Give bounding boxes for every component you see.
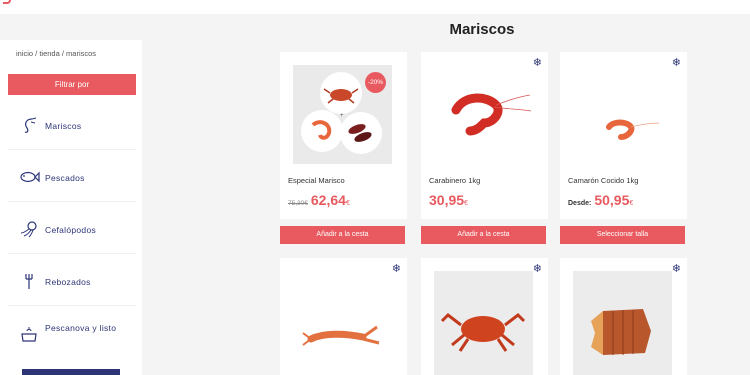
frozen-icon: ❄ <box>671 57 681 69</box>
sidebar-item-cefalopodos[interactable]: Cefalópodos <box>8 206 136 254</box>
product-card[interactable]: ❄ Carabinero 1kg 30,95€ <box>421 52 548 219</box>
langostino-image <box>302 325 380 346</box>
frozen-icon: ❄ <box>532 263 542 275</box>
frozen-icon: ❄ <box>391 263 401 275</box>
product-name[interactable]: Carabinero 1kg <box>429 176 480 185</box>
logo[interactable] <box>3 0 11 4</box>
product-image[interactable] <box>293 271 392 375</box>
sidebar-item-label: Pescados <box>45 173 85 183</box>
product-image[interactable] <box>573 271 672 375</box>
price-row: 30,95€ <box>429 192 468 210</box>
price-row: Desde: 50,95€ <box>568 192 633 210</box>
product-image[interactable] <box>434 65 533 164</box>
price: 62,64 <box>310 192 346 208</box>
product-card[interactable]: ❄ <box>560 258 687 375</box>
pot-icon <box>21 327 37 342</box>
frozen-icon: ❄ <box>532 57 542 69</box>
octopus-icon <box>20 221 37 238</box>
select-size-button[interactable]: Seleccionar talla <box>560 226 685 244</box>
shrimp-icon <box>24 117 37 133</box>
fish-icon <box>20 171 40 183</box>
top-bar <box>0 0 750 14</box>
sidebar-item-rebozados[interactable]: Rebozados <box>8 258 136 306</box>
product-image[interactable] <box>434 271 533 375</box>
sidebar-item-label: Rebozados <box>45 277 91 287</box>
sidebar-item-pescados[interactable]: Pescados <box>8 154 136 202</box>
page-title: Mariscos <box>449 21 515 38</box>
cooked-shrimp-image <box>606 119 660 140</box>
sidebar-item-label: Cefalópodos <box>45 225 97 235</box>
sidebar-item-mariscos[interactable]: Mariscos <box>8 102 136 150</box>
price: 50,95 <box>594 192 630 208</box>
filter-button[interactable]: Filtrar por <box>8 74 136 95</box>
sidebar-bottom-bar <box>22 369 120 375</box>
fork-icon <box>25 274 33 289</box>
currency: € <box>629 200 634 207</box>
svg-text:+: + <box>340 113 344 119</box>
add-to-cart-button[interactable]: Añadir a la cesta <box>280 226 405 244</box>
product-card[interactable]: ❄ <box>280 258 407 375</box>
product-image[interactable]: + -20% <box>293 65 392 164</box>
sidebar-item-label: Mariscos <box>45 121 82 131</box>
product-card[interactable]: ❄ Camarón Cocido 1kg Desde: 50,95€ <box>560 52 687 219</box>
add-to-cart-button[interactable]: Añadir a la cesta <box>421 226 546 244</box>
currency: € <box>464 200 468 207</box>
product-name[interactable]: Camarón Cocido 1kg <box>568 176 638 185</box>
product-card[interactable]: ❄ <box>421 258 548 375</box>
lobster-tail-image <box>591 309 651 355</box>
currency: € <box>345 200 350 207</box>
sidebar-item-pescanova-y-listo[interactable]: Pescanova y listo <box>8 312 136 360</box>
price-row: 75,30€ 62,64€ <box>288 192 350 210</box>
breadcrumb[interactable]: inicio / tienda / mariscos <box>16 49 96 58</box>
old-price: 75,30€ <box>288 200 308 207</box>
carabinero-image <box>451 93 532 136</box>
crab-image <box>440 313 526 352</box>
price: 30,95 <box>429 192 465 208</box>
product-image[interactable] <box>573 65 672 164</box>
frozen-icon: ❄ <box>671 263 681 275</box>
product-card[interactable]: + -20% Especial Marisco 75,30€ 62,64€ <box>280 52 407 219</box>
product-name[interactable]: Especial Marisco <box>288 176 345 185</box>
sidebar: inicio / tienda / mariscos Filtrar por M… <box>0 40 142 375</box>
sidebar-item-label: Pescanova y listo <box>45 323 117 333</box>
discount-badge: -20% <box>365 72 386 93</box>
price-prefix: Desde: <box>568 200 592 207</box>
